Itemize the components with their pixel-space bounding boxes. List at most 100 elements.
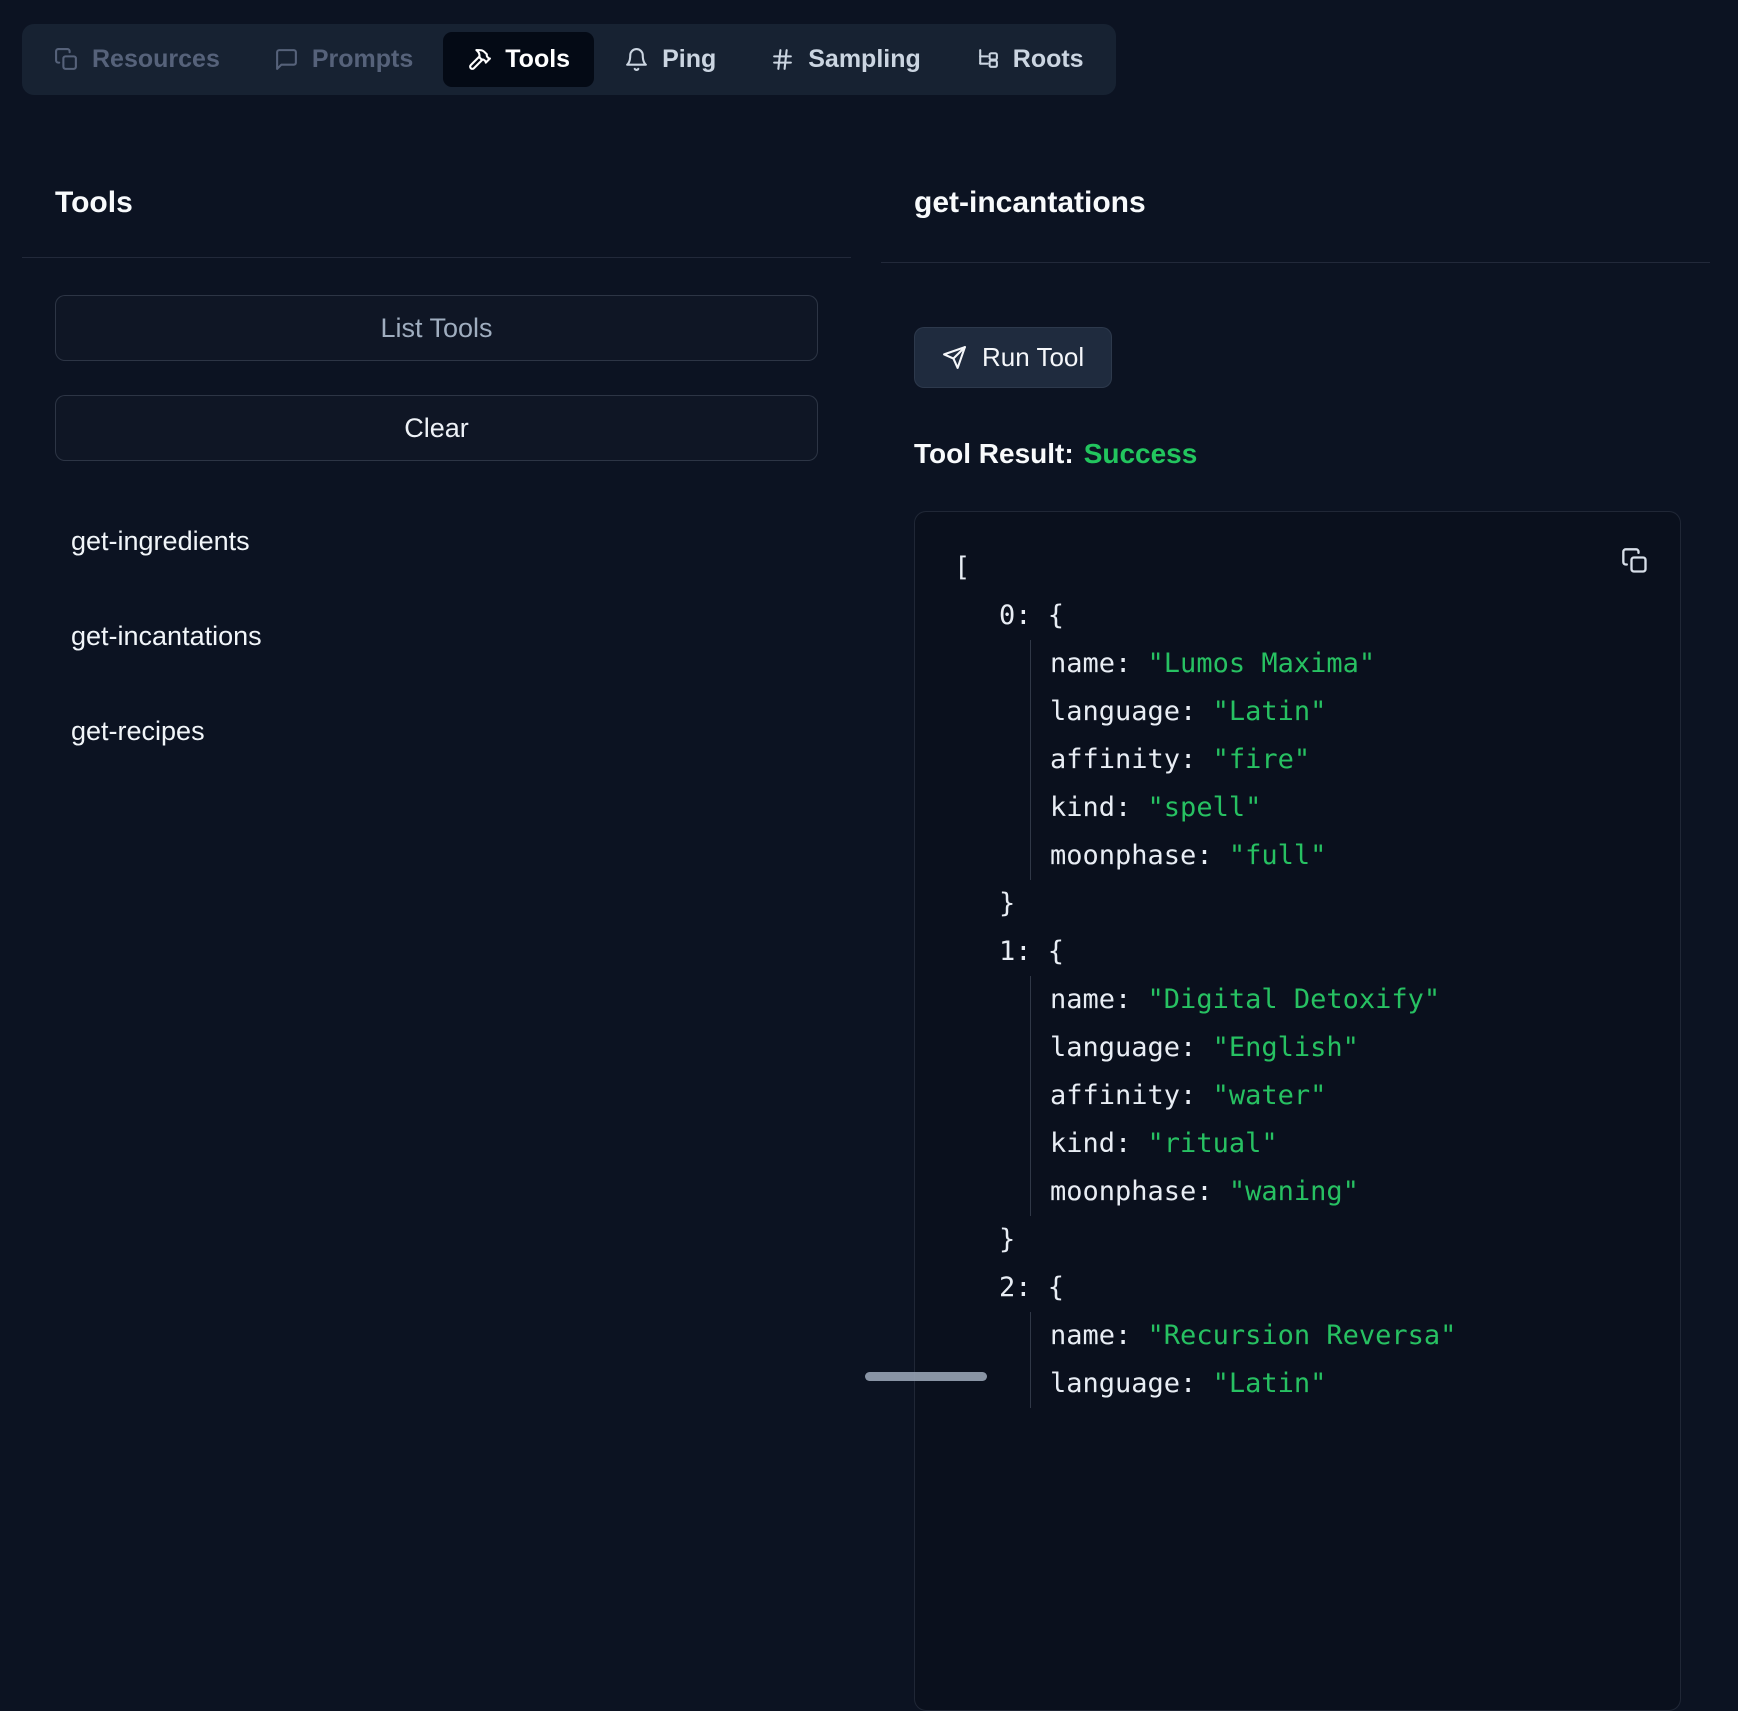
json-key: language xyxy=(1050,696,1180,727)
horizontal-scrollbar-thumb[interactable] xyxy=(865,1372,987,1381)
hammer-icon xyxy=(467,47,492,72)
json-key: name xyxy=(1050,1320,1115,1351)
json-entry-close-line: } xyxy=(999,880,1650,928)
tool-list-item-get-recipes[interactable]: get-recipes xyxy=(71,715,205,747)
json-string-value: "English" xyxy=(1213,1032,1359,1063)
json-punct: : xyxy=(1196,1176,1229,1207)
json-entry-children: name: "Lumos Maxima"language: "Latin"aff… xyxy=(1030,640,1650,880)
json-pair-line: kind: "ritual" xyxy=(1050,1120,1650,1168)
json-key: name xyxy=(1050,648,1115,679)
tool-list-item-get-ingredients[interactable]: get-ingredients xyxy=(71,525,250,557)
json-result-box: [0: {name: "Lumos Maxima"language: "Lati… xyxy=(914,511,1681,1711)
list-tools-button[interactable]: List Tools xyxy=(55,295,818,361)
run-tool-label: Run Tool xyxy=(982,342,1084,373)
json-punct: : xyxy=(1180,1080,1213,1111)
json-punct: } xyxy=(999,1224,1015,1255)
json-key: moonphase xyxy=(1050,840,1196,871)
json-pair-line: name: "Recursion Reversa" xyxy=(1050,1312,1650,1360)
files-icon xyxy=(54,47,79,72)
json-index: 0 xyxy=(999,600,1015,631)
json-tree: [0: {name: "Lumos Maxima"language: "Lati… xyxy=(954,544,1650,1408)
json-pair-line: affinity: "water" xyxy=(1050,1072,1650,1120)
json-pair-line: moonphase: "waning" xyxy=(1050,1168,1650,1216)
tab-label: Ping xyxy=(662,47,716,72)
json-key: affinity xyxy=(1050,744,1180,775)
json-pair-line: name: "Digital Detoxify" xyxy=(1050,976,1650,1024)
run-tool-button[interactable]: Run Tool xyxy=(914,327,1112,388)
json-string-value: "Recursion Reversa" xyxy=(1148,1320,1457,1351)
json-string-value: "Digital Detoxify" xyxy=(1148,984,1441,1015)
copy-button[interactable] xyxy=(1618,544,1652,578)
tab-tools[interactable]: Tools xyxy=(443,32,594,87)
json-pair-line: kind: "spell" xyxy=(1050,784,1650,832)
copy-icon xyxy=(1621,547,1649,575)
json-string-value: "fire" xyxy=(1213,744,1311,775)
json-key: moonphase xyxy=(1050,1176,1196,1207)
tab-label: Prompts xyxy=(312,47,413,72)
tools-panel: Tools List Tools Clear get-ingredients g… xyxy=(22,160,851,747)
json-entry: 2: {name: "Recursion Reversa"language: "… xyxy=(954,1264,1650,1408)
json-punct: : xyxy=(1115,792,1148,823)
tab-label: Sampling xyxy=(808,47,921,72)
tool-list: get-ingredients get-incantations get-rec… xyxy=(71,525,851,747)
capability-tabbar: Resources Prompts Tools Ping Sampling Ro… xyxy=(22,24,1116,95)
json-punct: : xyxy=(1180,744,1213,775)
json-entry-open-line: 2: { xyxy=(999,1264,1650,1312)
json-index: 1 xyxy=(999,936,1015,967)
json-punct: : xyxy=(1115,1320,1148,1351)
tool-result-line: Tool Result: Success xyxy=(914,437,1710,470)
tool-list-item-get-incantations[interactable]: get-incantations xyxy=(71,620,262,652)
json-punct: : xyxy=(1180,696,1213,727)
tab-label: Roots xyxy=(1013,47,1084,72)
json-pair-line: moonphase: "full" xyxy=(1050,832,1650,880)
json-punct: : { xyxy=(1015,936,1064,967)
json-entry: 1: {name: "Digital Detoxify"language: "E… xyxy=(954,928,1650,1264)
hash-icon xyxy=(770,47,795,72)
json-entry-children: name: "Digital Detoxify"language: "Engli… xyxy=(1030,976,1650,1216)
json-string-value: "Lumos Maxima" xyxy=(1148,648,1376,679)
json-string-value: "water" xyxy=(1213,1080,1327,1111)
json-entry-open-line: 0: { xyxy=(999,592,1650,640)
tab-roots[interactable]: Roots xyxy=(951,32,1108,87)
json-key: kind xyxy=(1050,792,1115,823)
json-string-value: "waning" xyxy=(1229,1176,1359,1207)
json-punct: : xyxy=(1180,1032,1213,1063)
json-pair-line: name: "Lumos Maxima" xyxy=(1050,640,1650,688)
json-punct: : xyxy=(1115,984,1148,1015)
tool-detail-divider xyxy=(881,262,1710,263)
json-open-line: [ xyxy=(954,544,1650,592)
json-entry-close-line: } xyxy=(999,1216,1650,1264)
json-pair-line: language: "Latin" xyxy=(1050,688,1650,736)
json-punct: : { xyxy=(1015,1272,1064,1303)
json-pair-line: language: "English" xyxy=(1050,1024,1650,1072)
tab-sampling[interactable]: Sampling xyxy=(746,32,945,87)
tool-detail-title: get-incantations xyxy=(914,185,1710,221)
json-string-value: "spell" xyxy=(1148,792,1262,823)
json-punct: : xyxy=(1115,1128,1148,1159)
folder-tree-icon xyxy=(975,47,1000,72)
json-punct: : xyxy=(1115,648,1148,679)
tab-label: Resources xyxy=(92,47,220,72)
json-string-value: "Latin" xyxy=(1213,696,1327,727)
json-key: name xyxy=(1050,984,1115,1015)
bell-icon xyxy=(624,47,649,72)
message-square-icon xyxy=(274,47,299,72)
json-string-value: "full" xyxy=(1229,840,1327,871)
tab-ping[interactable]: Ping xyxy=(600,32,740,87)
tools-panel-title: Tools xyxy=(55,185,851,221)
json-pair-line: language: "Latin" xyxy=(1050,1360,1650,1408)
json-entry: 0: {name: "Lumos Maxima"language: "Latin… xyxy=(954,592,1650,928)
json-open-bracket: [ xyxy=(954,552,970,583)
tab-label: Tools xyxy=(505,47,570,72)
json-key: affinity xyxy=(1050,1080,1180,1111)
json-punct: : xyxy=(1196,840,1229,871)
tools-panel-divider xyxy=(22,257,851,258)
json-entry-open-line: 1: { xyxy=(999,928,1650,976)
json-entry-children: name: "Recursion Reversa"language: "Lati… xyxy=(1030,1312,1650,1408)
tab-prompts[interactable]: Prompts xyxy=(250,32,437,87)
tool-result-label: Tool Result: xyxy=(914,438,1074,469)
clear-button[interactable]: Clear xyxy=(55,395,818,461)
tab-resources[interactable]: Resources xyxy=(30,32,244,87)
tool-result-status: Success xyxy=(1084,438,1198,469)
json-string-value: "ritual" xyxy=(1148,1128,1278,1159)
